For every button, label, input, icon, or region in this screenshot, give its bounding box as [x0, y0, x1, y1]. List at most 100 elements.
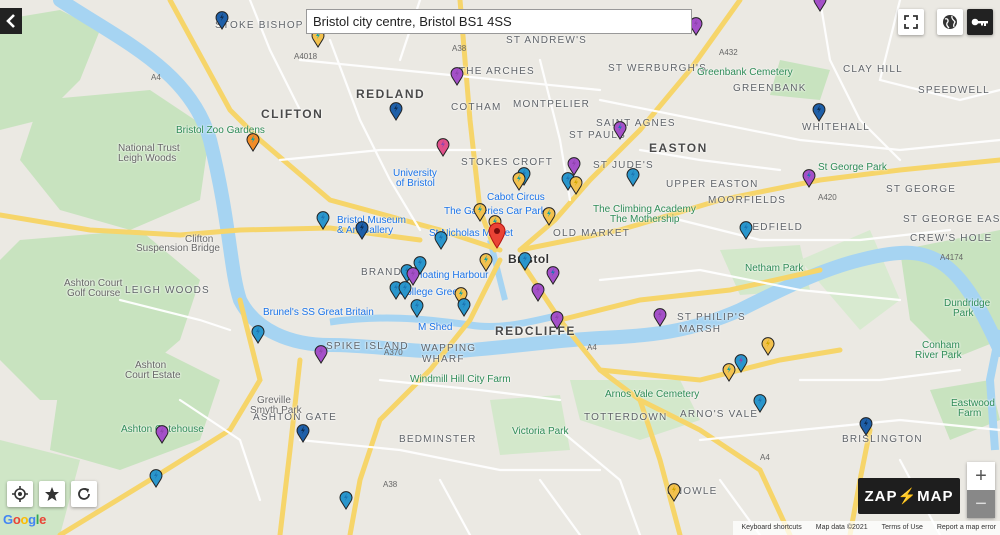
road-label: A38	[452, 44, 467, 53]
poi-label[interactable]: Smyth Park	[250, 405, 302, 416]
poi-label[interactable]: M Shed	[418, 322, 452, 333]
charger-pin-icon[interactable]	[734, 353, 748, 373]
fullscreen-button[interactable]	[898, 9, 924, 35]
charger-pin-icon[interactable]	[434, 230, 448, 250]
charger-pin-icon[interactable]	[316, 210, 330, 230]
charger-pin-icon[interactable]	[436, 137, 450, 157]
road-label: A38	[383, 480, 398, 489]
charger-pin-icon[interactable]	[314, 344, 328, 364]
zoom-control: + −	[967, 462, 995, 518]
poi-label[interactable]: Court Estate	[125, 370, 181, 381]
key-button[interactable]	[967, 9, 993, 35]
terms-link[interactable]: Terms of Use	[882, 524, 923, 535]
poi-label[interactable]: Suspension Bridge	[136, 243, 220, 254]
charger-pin-icon[interactable]	[859, 416, 873, 436]
keyboard-shortcuts-link[interactable]: Keyboard shortcuts	[741, 524, 801, 535]
charger-pin-icon[interactable]	[518, 251, 532, 271]
charger-pin-icon[interactable]	[512, 171, 526, 191]
charger-pin-icon[interactable]	[398, 280, 412, 300]
place-label: ST GEORGE EAST	[903, 214, 1000, 225]
poi-label[interactable]: Golf Course	[67, 288, 120, 299]
place-label: CLAY HILL	[843, 64, 903, 75]
report-error-link[interactable]: Report a map error	[937, 524, 996, 535]
place-label: ST GEORGE	[886, 184, 957, 195]
place-label: SPEEDWELL	[918, 85, 990, 96]
map-data-text: Map data ©2021	[815, 524, 868, 531]
charger-pin-icon[interactable]	[296, 423, 310, 443]
charger-pin-icon[interactable]	[473, 202, 487, 222]
charger-pin-icon[interactable]	[626, 167, 640, 187]
charger-pin-icon[interactable]	[667, 482, 681, 502]
poi-label[interactable]: Arnos Vale Cemetery	[605, 389, 699, 400]
refresh-icon	[78, 488, 90, 500]
location-pin-icon[interactable]	[487, 221, 507, 249]
charger-pin-icon[interactable]	[479, 252, 493, 272]
poi-label[interactable]: Windmill Hill City Farm	[410, 374, 511, 385]
poi-label[interactable]: Leigh Woods	[118, 153, 176, 164]
charger-pin-icon[interactable]	[753, 393, 767, 413]
charger-pin-icon[interactable]	[761, 336, 775, 356]
charger-pin-icon[interactable]	[813, 0, 827, 12]
charger-pin-icon[interactable]	[613, 120, 627, 140]
zapmap-logo-text-right: MAP	[917, 487, 954, 505]
charger-pin-icon[interactable]	[542, 206, 556, 226]
poi-label[interactable]: River Park	[915, 350, 962, 361]
charger-pin-icon[interactable]	[802, 168, 816, 188]
charger-pin-icon[interactable]	[812, 102, 826, 122]
charger-pin-icon[interactable]	[149, 468, 163, 488]
charger-pin-icon[interactable]	[410, 298, 424, 318]
place-label: TOTTERDOWN	[584, 412, 668, 423]
poi-label[interactable]: The Mothership	[610, 214, 679, 225]
globe-button[interactable]	[937, 9, 963, 35]
poi-label[interactable]: Netham Park	[745, 263, 803, 274]
charger-pin-icon[interactable]	[450, 66, 464, 86]
poi-label[interactable]: Park	[953, 308, 974, 319]
place-label: OLD MARKET	[553, 228, 631, 239]
poi-label[interactable]: Brunel's SS Great Britain	[263, 307, 374, 318]
map-base	[0, 0, 1000, 535]
place-label: WHARF	[422, 354, 465, 365]
key-icon	[971, 18, 988, 26]
poi-label[interactable]: St George Park	[818, 162, 887, 173]
poi-label[interactable]: Greenbank Cemetery	[697, 67, 793, 78]
charger-pin-icon[interactable]	[653, 307, 667, 327]
favourites-button[interactable]	[39, 481, 65, 507]
place-label: ARNO'S VALE	[680, 409, 759, 420]
place-label: GREENBANK	[733, 83, 807, 94]
place-label: ST WERBURGH'S	[608, 63, 707, 74]
place-label: STOKES CROFT	[461, 157, 554, 168]
place-label: BEDMINSTER	[399, 434, 477, 445]
charger-pin-icon[interactable]	[246, 132, 260, 152]
charger-pin-icon[interactable]	[339, 490, 353, 510]
charger-pin-icon[interactable]	[550, 310, 564, 330]
charger-pin-icon[interactable]	[251, 324, 265, 344]
zoom-in-button[interactable]: +	[967, 462, 995, 490]
chevron-left-icon	[6, 14, 15, 28]
zoom-out-button[interactable]: −	[967, 490, 995, 518]
poi-label[interactable]: Farm	[958, 408, 981, 419]
poi-label[interactable]: of Bristol	[396, 178, 435, 189]
locate-me-button[interactable]	[7, 481, 33, 507]
charger-pin-icon[interactable]	[722, 362, 736, 382]
place-label: CLIFTON	[261, 107, 324, 121]
poi-label[interactable]: Cabot Circus	[487, 192, 545, 203]
charger-pin-icon[interactable]	[215, 10, 229, 30]
charger-pin-icon[interactable]	[389, 101, 403, 121]
poi-label[interactable]: Victoria Park	[512, 426, 569, 437]
charger-pin-icon[interactable]	[531, 282, 545, 302]
charger-pin-icon[interactable]	[569, 175, 583, 195]
charger-pin-icon[interactable]	[739, 220, 753, 240]
charger-pin-icon[interactable]	[155, 424, 169, 444]
location-search-input[interactable]	[306, 9, 692, 34]
back-button[interactable]	[0, 8, 22, 34]
google-logo: Google	[3, 512, 47, 527]
charger-pin-icon[interactable]	[457, 297, 471, 317]
charger-pin-icon[interactable]	[355, 220, 369, 240]
refresh-button[interactable]	[71, 481, 97, 507]
road-label: A4174	[940, 253, 964, 262]
map-canvas[interactable]: STOKE BISHOP REDLAND THE ARCHES ST ANDREW'S…	[0, 0, 1000, 535]
place-label: MARSH	[679, 324, 722, 335]
place-label: UPPER EASTON	[666, 179, 759, 190]
place-label: ST ANDREW'S	[506, 35, 588, 46]
charger-pin-icon[interactable]	[546, 265, 560, 285]
